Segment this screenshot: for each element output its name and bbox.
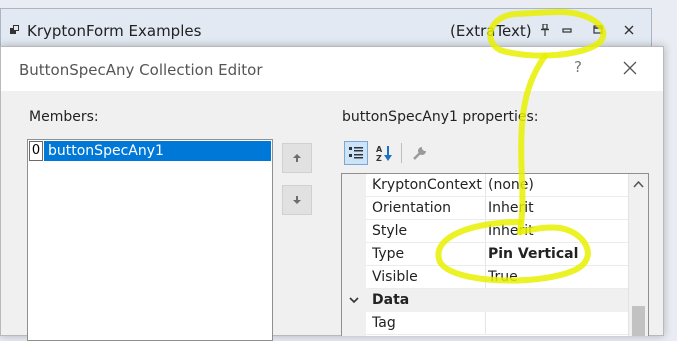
property-grid[interactable]: KryptonContextM (none) Orientation Inher… — [341, 173, 649, 336]
pin-button[interactable] — [536, 21, 554, 39]
form-title: KryptonForm Examples — [27, 22, 202, 40]
property-value[interactable]: True — [488, 266, 626, 289]
dialog-title: ButtonSpecAny Collection Editor — [19, 61, 263, 79]
minimize-icon — [562, 28, 572, 33]
property-value[interactable]: (none) — [488, 174, 626, 197]
form-icon — [10, 25, 19, 34]
property-name: Type — [372, 246, 405, 262]
categorized-icon — [349, 147, 363, 159]
chevron-up-icon[interactable] — [633, 180, 644, 188]
property-name: KryptonContextM — [372, 177, 482, 193]
categorized-button[interactable] — [344, 141, 368, 165]
svg-text:A: A — [376, 145, 383, 154]
property-row[interactable]: Orientation Inherit — [342, 197, 628, 220]
members-label: Members: — [29, 109, 99, 125]
form-titlebar: KryptonForm Examples (ExtraText) — [1, 9, 651, 49]
property-name: Visible — [372, 269, 418, 285]
property-row[interactable]: Visible True — [342, 266, 628, 289]
property-value[interactable]: Inherit — [488, 220, 626, 243]
dialog-titlebar: ButtonSpecAny Collection Editor ? — [1, 47, 663, 91]
help-button[interactable]: ? — [569, 58, 587, 78]
form-extra-text: (ExtraText) — [450, 22, 532, 40]
toolbar-separator — [401, 143, 402, 163]
property-pages-icon — [413, 147, 426, 160]
pin-icon — [541, 24, 549, 36]
member-index: 0 — [29, 141, 43, 161]
minimize-button[interactable] — [558, 21, 576, 39]
close-icon — [624, 25, 634, 35]
svg-text:Z: Z — [376, 154, 382, 162]
properties-label: buttonSpecAny1 properties: — [342, 109, 539, 125]
property-row[interactable]: Type Pin Vertical — [342, 243, 628, 266]
property-name: Tag — [372, 315, 396, 331]
property-value[interactable] — [488, 312, 626, 335]
property-value[interactable]: Pin Vertical — [488, 243, 626, 266]
members-list[interactable]: 0 buttonSpecAny1 — [27, 139, 273, 341]
close-button[interactable] — [620, 21, 638, 39]
member-name[interactable]: buttonSpecAny1 — [44, 141, 271, 161]
vertical-scrollbar[interactable] — [628, 174, 648, 336]
property-name: Orientation — [372, 200, 452, 216]
scrollbar-thumb[interactable] — [632, 306, 645, 336]
arrow-down-icon — [293, 196, 301, 204]
restore-button[interactable] — [589, 21, 607, 39]
property-name: Style — [372, 223, 408, 239]
arrow-up-icon — [293, 154, 301, 162]
alphabetical-icon: A Z — [376, 145, 392, 162]
property-row[interactable]: Style Inherit — [342, 220, 628, 243]
property-pages-button[interactable] — [408, 141, 432, 165]
property-row[interactable]: KryptonContextM (none) — [342, 174, 628, 197]
property-value[interactable]: Inherit — [488, 197, 626, 220]
property-row[interactable]: Tag — [342, 312, 628, 335]
list-item[interactable]: 0 buttonSpecAny1 — [29, 141, 271, 161]
category-row[interactable]: Data — [342, 289, 628, 312]
move-down-button[interactable] — [282, 185, 312, 215]
dialog-close-button[interactable] — [619, 57, 641, 79]
move-up-button[interactable] — [282, 143, 312, 173]
close-icon — [623, 61, 637, 75]
restore-icon — [593, 25, 603, 34]
category-name: Data — [372, 292, 410, 308]
alphabetical-button[interactable]: A Z — [372, 141, 396, 165]
chevron-down-icon[interactable] — [348, 294, 360, 306]
collection-editor-dialog: ButtonSpecAny Collection Editor ? Member… — [0, 46, 664, 341]
